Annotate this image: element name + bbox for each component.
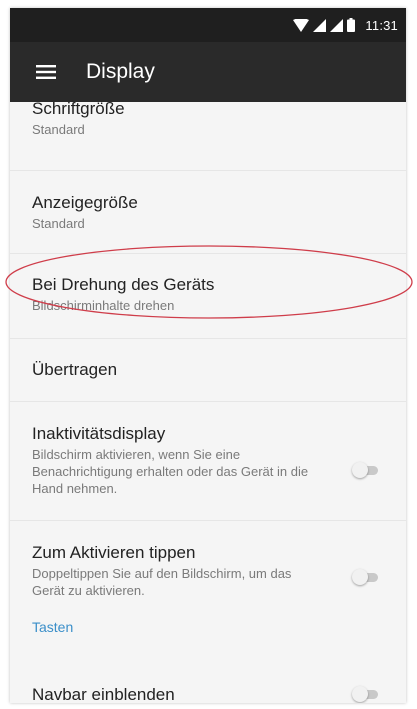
setting-ambient-display[interactable]: Inaktivitätsdisplay Bildschirm aktiviere… bbox=[10, 402, 406, 520]
setting-title: Anzeigegröße bbox=[32, 193, 138, 212]
setting-title: Schriftgröße bbox=[32, 99, 125, 118]
setting-title: Zum Aktivieren tippen bbox=[32, 543, 196, 562]
setting-font-size[interactable]: Schriftgröße Standard bbox=[10, 99, 406, 170]
status-icons: 11:31 bbox=[293, 18, 398, 33]
signal-icon bbox=[330, 18, 344, 32]
setting-display-size[interactable]: Anzeigegröße Standard bbox=[10, 171, 406, 253]
setting-subtitle: Standard bbox=[32, 122, 85, 137]
setting-subtitle: Bildschirminhalte drehen bbox=[32, 298, 175, 313]
settings-list: Schriftgröße Standard Anzeigegröße Stand… bbox=[10, 99, 406, 703]
status-time: 11:31 bbox=[365, 17, 398, 33]
setting-title: Bei Drehung des Geräts bbox=[32, 275, 215, 294]
signal-icon bbox=[313, 18, 327, 32]
section-header-keys: Tasten bbox=[32, 619, 74, 635]
setting-auto-rotate[interactable]: Bei Drehung des Geräts Bildschirminhalte… bbox=[10, 254, 406, 338]
page-title: Display bbox=[86, 60, 155, 83]
setting-title: Übertragen bbox=[32, 360, 118, 379]
setting-title: Navbar einblenden bbox=[32, 685, 175, 703]
setting-subtitle: Bildschirm aktivieren, wenn Sie eine Ben… bbox=[32, 447, 309, 496]
menu-icon[interactable] bbox=[18, 42, 74, 102]
setting-title: Inaktivitätsdisplay bbox=[32, 424, 166, 443]
setting-tap-to-wake[interactable]: Zum Aktivieren tippen Doppeltippen Sie a… bbox=[10, 521, 406, 615]
toggle-thumb bbox=[352, 686, 368, 702]
tap-to-wake-toggle[interactable] bbox=[352, 569, 378, 585]
setting-show-navbar[interactable]: Navbar einblenden bbox=[10, 663, 406, 703]
phone-screen: 11:31 Display Schriftgröße Standard Anze… bbox=[10, 8, 406, 703]
battery-icon bbox=[347, 18, 356, 32]
show-navbar-toggle[interactable] bbox=[352, 686, 378, 702]
toggle-thumb bbox=[352, 569, 368, 585]
wifi-icon bbox=[293, 18, 310, 32]
toggle-thumb bbox=[352, 462, 368, 478]
app-bar: Display bbox=[10, 42, 406, 102]
ambient-display-toggle[interactable] bbox=[352, 462, 378, 478]
setting-subtitle: Standard bbox=[32, 216, 85, 231]
setting-cast[interactable]: Übertragen bbox=[10, 339, 406, 401]
status-bar: 11:31 bbox=[10, 8, 406, 42]
setting-subtitle: Doppeltippen Sie auf den Bildschirm, um … bbox=[32, 566, 292, 598]
